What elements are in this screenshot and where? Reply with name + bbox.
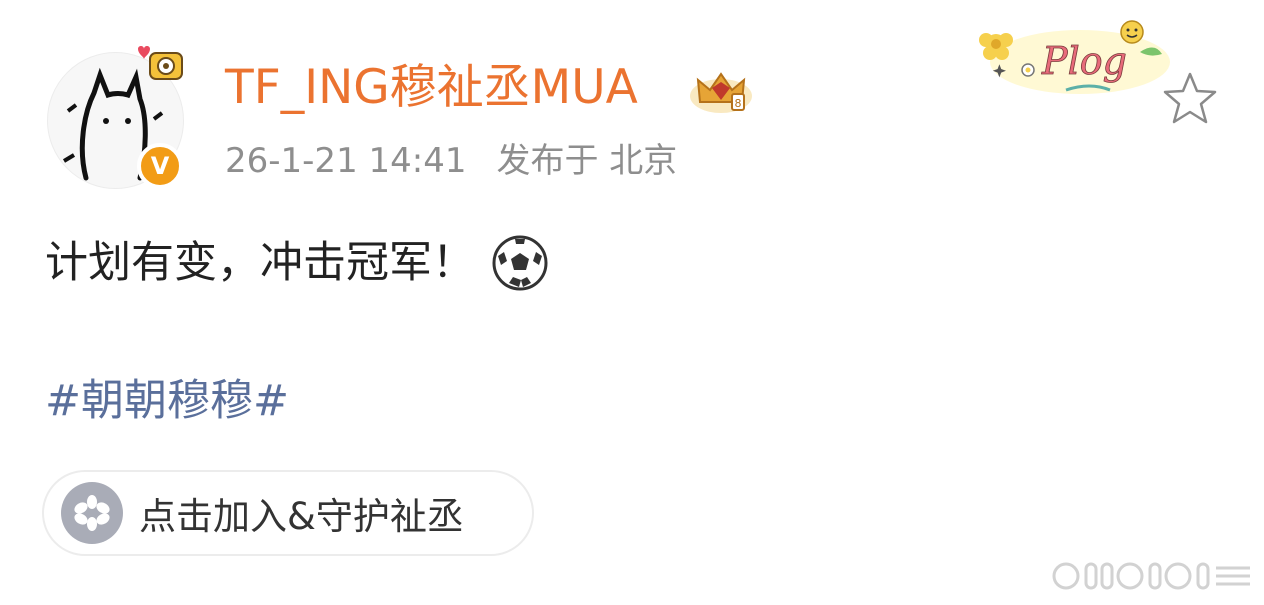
plog-sticker-icon: Plog — [979, 20, 1170, 94]
soccer-ball-icon — [492, 235, 548, 291]
username[interactable]: TF_ING穆祉丞MUA — [225, 58, 638, 118]
watermark-icon — [1052, 562, 1250, 590]
verified-badge-icon: V — [137, 143, 183, 189]
camera-sticker-icon — [138, 46, 183, 80]
post-meta: 26-1-21 14:41 发布于 北京 — [225, 140, 677, 182]
crown-level-icon[interactable]: 8 — [688, 66, 754, 116]
svg-text:Plog: Plog — [1041, 39, 1127, 83]
join-label: 点击加入&守护祉丞 — [139, 495, 464, 538]
post-text: 计划有变，冲击冠军！ — [45, 238, 475, 288]
svg-text:8: 8 — [735, 97, 742, 110]
post-timestamp: 26-1-21 14:41 — [225, 141, 467, 181]
star-icon[interactable] — [1160, 70, 1220, 128]
post-location: 发布于 北京 — [496, 141, 678, 181]
post-content: 计划有变，冲击冠军！ — [45, 234, 549, 292]
join-fan-club-button[interactable]: 点击加入&守护祉丞 — [42, 470, 534, 556]
topic-link[interactable]: #朝朝穆穆# — [45, 373, 289, 429]
flower-icon — [61, 482, 123, 544]
